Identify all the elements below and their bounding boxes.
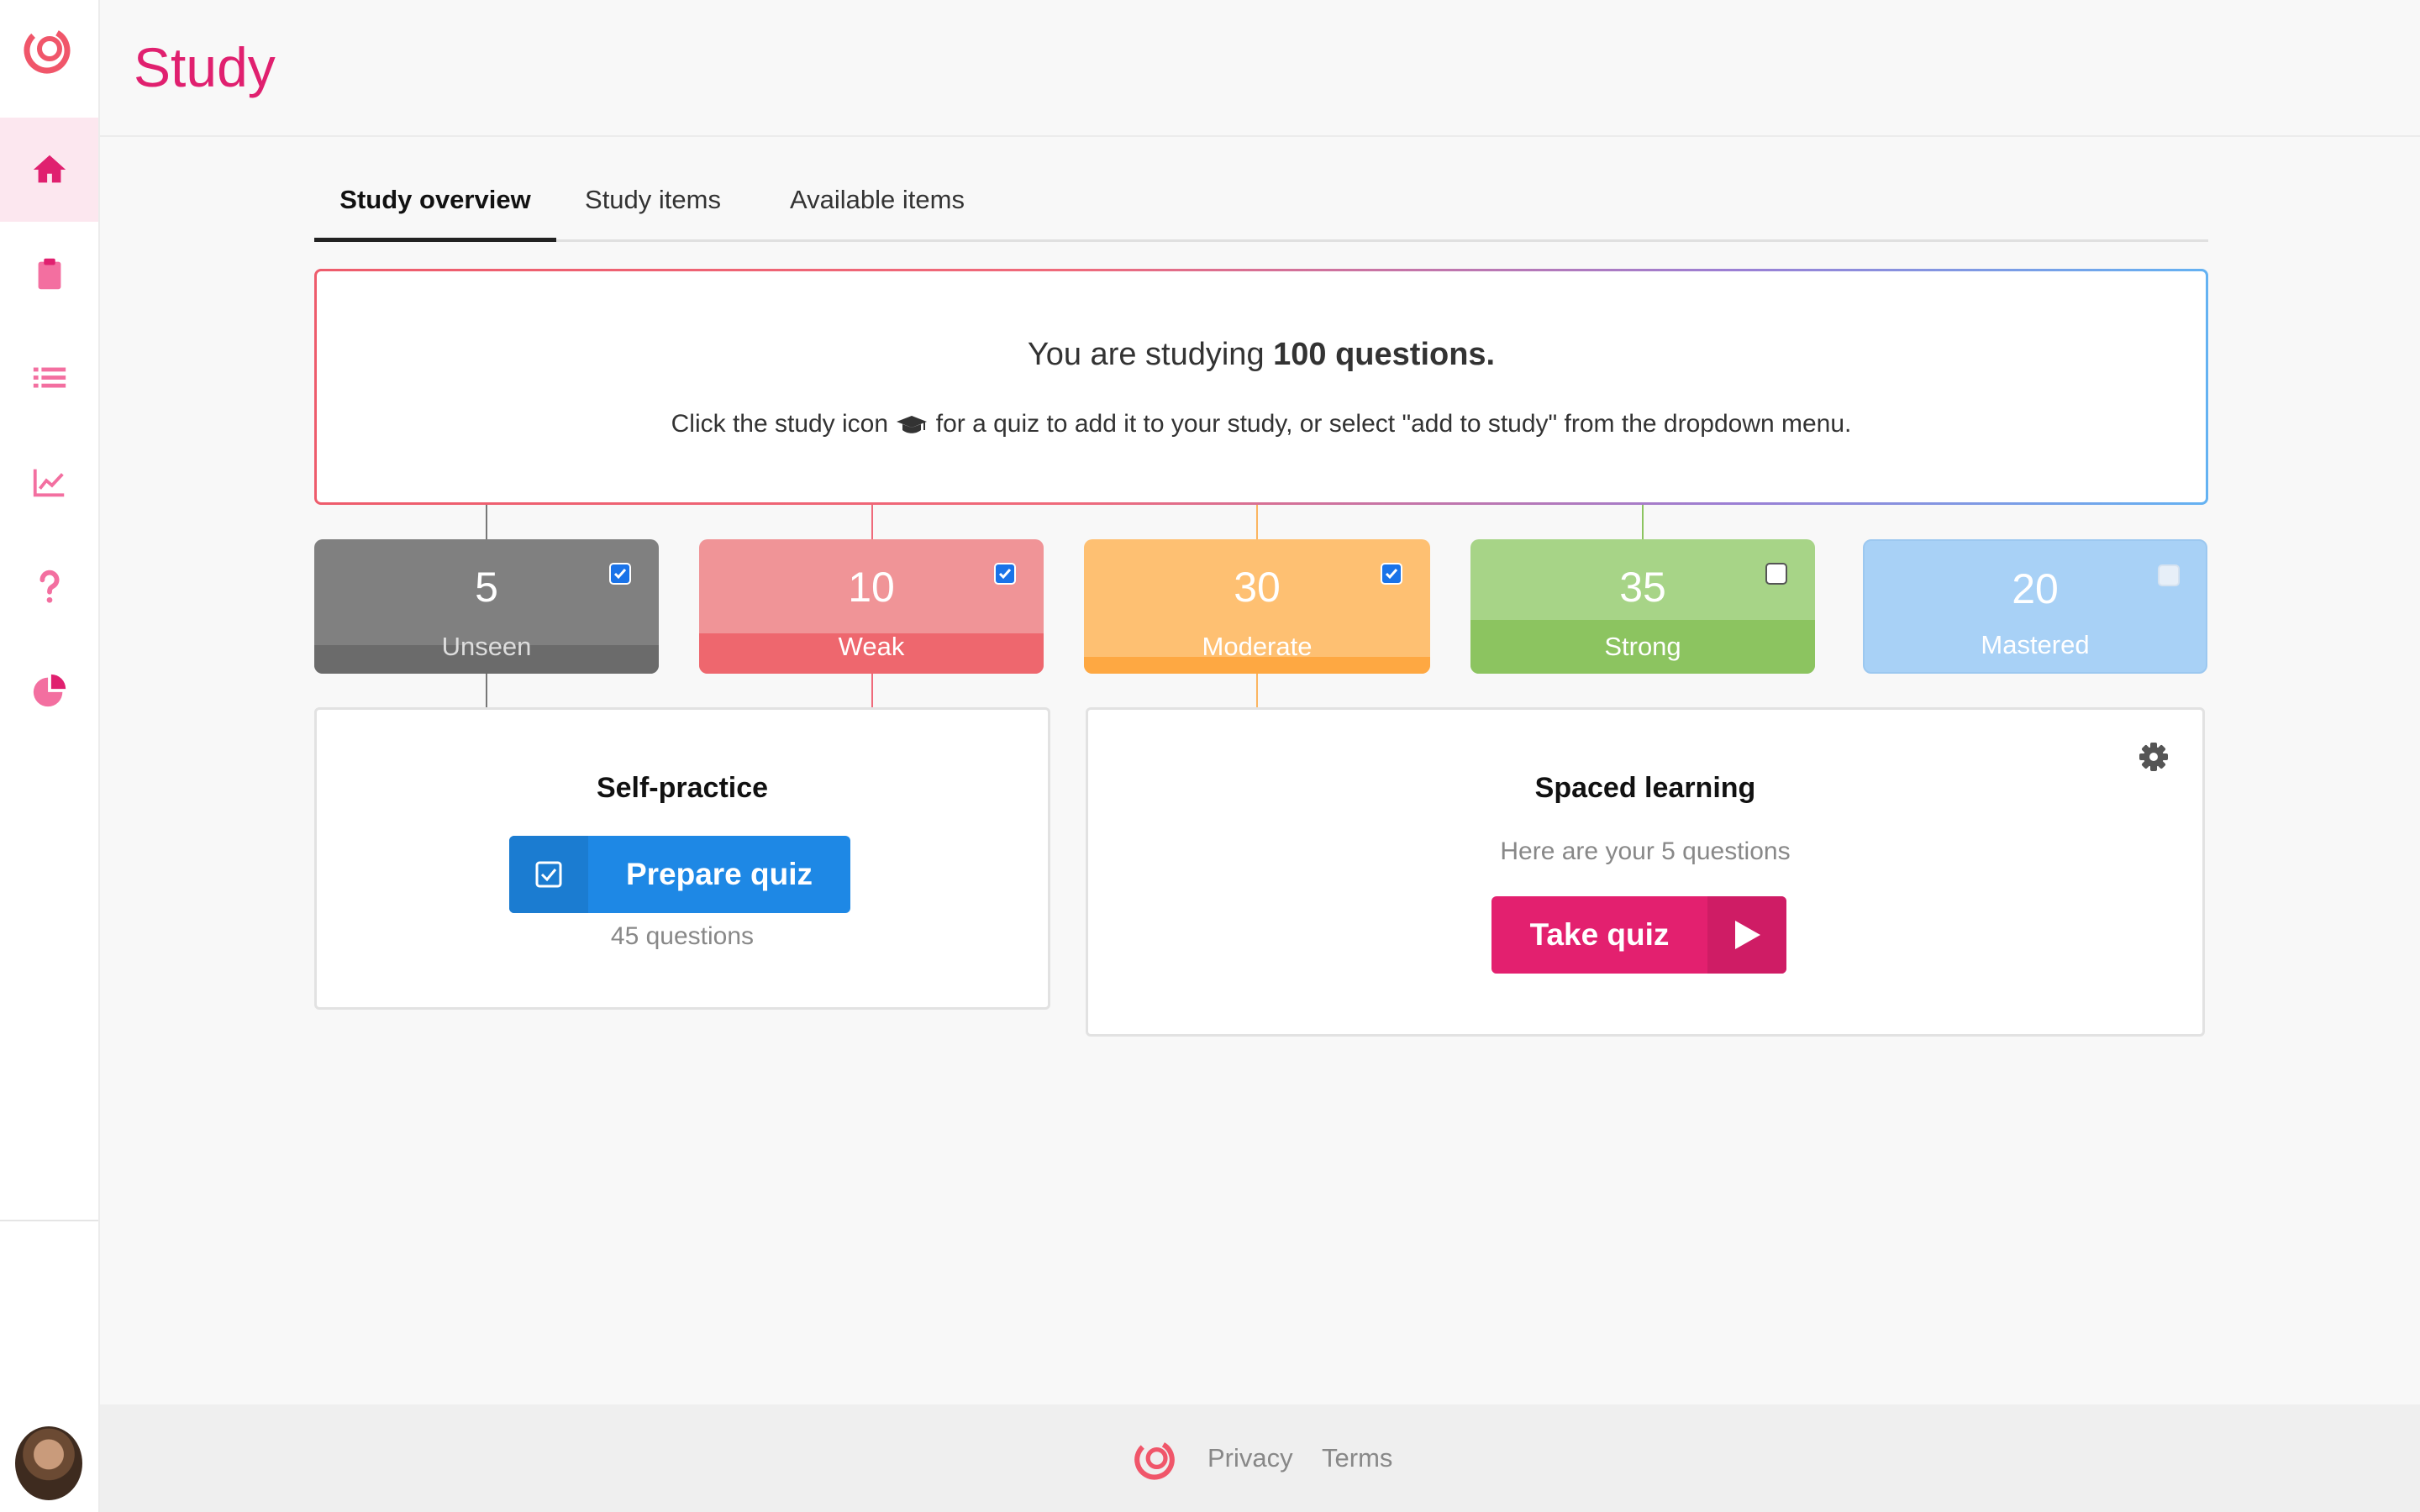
play-icon: [1707, 896, 1786, 974]
self-practice-title: Self-practice: [596, 772, 769, 804]
self-practice-panel: Self-practice Prepare quiz 45 questions: [314, 707, 1050, 1010]
category-checkbox[interactable]: [1765, 563, 1787, 585]
connector-line: [486, 505, 487, 539]
category-label: Unseen: [441, 632, 532, 661]
hint-after: for a quiz to add it to your study, or s…: [935, 410, 1852, 438]
study-summary: You are studying 100 questions.: [317, 337, 2206, 373]
chart-line-icon: [33, 469, 64, 497]
category-label: Mastered: [1981, 630, 2090, 659]
checkmark-icon: [1385, 569, 1398, 580]
category-checkbox[interactable]: [609, 563, 631, 585]
tab-study-overview[interactable]: Study overview: [314, 185, 556, 242]
sidebar-divider: [0, 1220, 98, 1221]
gear-icon[interactable]: [2137, 740, 2170, 774]
user-avatar[interactable]: [15, 1426, 82, 1500]
list-icon: [33, 367, 66, 388]
category-count: 5: [475, 564, 498, 611]
tab-bar: Study overview Study items Available ite…: [314, 168, 2208, 242]
category-count: 30: [1234, 564, 1281, 611]
take-quiz-button[interactable]: Take quiz: [1491, 896, 1786, 974]
category-mastered: 20 Mastered: [1863, 539, 2207, 674]
connector-line: [1642, 505, 1644, 539]
footer-logo[interactable]: [1133, 1436, 1176, 1480]
category-moderate[interactable]: 30 Moderate: [1084, 539, 1430, 674]
study-info-box: You are studying 100 questions. Click th…: [314, 269, 2208, 505]
checkbox-icon: [509, 836, 588, 913]
connector-line: [871, 674, 873, 707]
checkmark-icon: [613, 569, 627, 580]
category-checkbox[interactable]: [1381, 563, 1402, 585]
clipboard-icon: [38, 258, 60, 290]
prepare-quiz-label: Prepare quiz: [625, 857, 813, 891]
terms-link[interactable]: Terms: [1322, 1443, 1392, 1473]
question-count: 100 questions.: [1273, 337, 1496, 372]
category-count: 35: [1619, 564, 1666, 611]
spaced-learning-title: Spaced learning: [1534, 772, 1756, 804]
app-logo[interactable]: [22, 24, 72, 74]
pie-chart-icon: [33, 674, 66, 707]
summary-prefix: You are studying: [1027, 337, 1274, 372]
checkmark-icon: [998, 569, 1012, 580]
question-icon: [39, 570, 59, 603]
spaced-learning-panel: Spaced learning Here are your 5 question…: [1086, 707, 2205, 1037]
category-checkbox[interactable]: [994, 563, 1016, 585]
tab-study-items[interactable]: Study items: [573, 185, 733, 242]
sidebar-item-list[interactable]: [0, 326, 98, 430]
question-count-text: 45 questions: [610, 922, 755, 950]
category-strong[interactable]: 35 Strong: [1470, 539, 1815, 674]
sidebar-item-home[interactable]: [0, 118, 98, 222]
tab-available-items[interactable]: Available items: [775, 185, 980, 242]
study-hint: Click the study icon for a quiz to add i…: [317, 410, 2206, 438]
sidebar: [0, 0, 100, 1512]
sidebar-item-clipboard[interactable]: [0, 222, 98, 326]
connector-line: [871, 505, 873, 539]
home-icon: [33, 155, 66, 183]
sidebar-item-reports[interactable]: [0, 638, 98, 743]
sidebar-item-help[interactable]: [0, 534, 98, 638]
connector-line: [1256, 505, 1258, 539]
sidebar-item-analytics[interactable]: [0, 430, 98, 534]
graduation-cap-icon: [897, 416, 928, 433]
category-label: Strong: [1604, 632, 1681, 661]
connector-line: [1256, 674, 1258, 707]
category-checkbox: [2158, 564, 2180, 586]
category-label: Weak: [838, 632, 905, 661]
spaced-learning-subtitle: Here are your 5 questions: [1500, 837, 1791, 865]
category-unseen[interactable]: 5 Unseen: [314, 539, 659, 674]
page-header: Study: [100, 0, 2420, 137]
connector-line: [486, 674, 487, 707]
footer: Privacy Terms: [100, 1404, 2420, 1512]
category-weak[interactable]: 10 Weak: [699, 539, 1044, 674]
take-quiz-label: Take quiz: [1529, 917, 1670, 952]
category-count: 20: [2012, 565, 2059, 612]
category-label: Moderate: [1202, 632, 1313, 661]
hint-before: Click the study icon: [671, 410, 896, 438]
privacy-link[interactable]: Privacy: [1207, 1443, 1293, 1473]
category-count: 10: [848, 564, 895, 611]
page-title: Study: [134, 36, 276, 98]
prepare-quiz-button[interactable]: Prepare quiz: [509, 836, 850, 913]
